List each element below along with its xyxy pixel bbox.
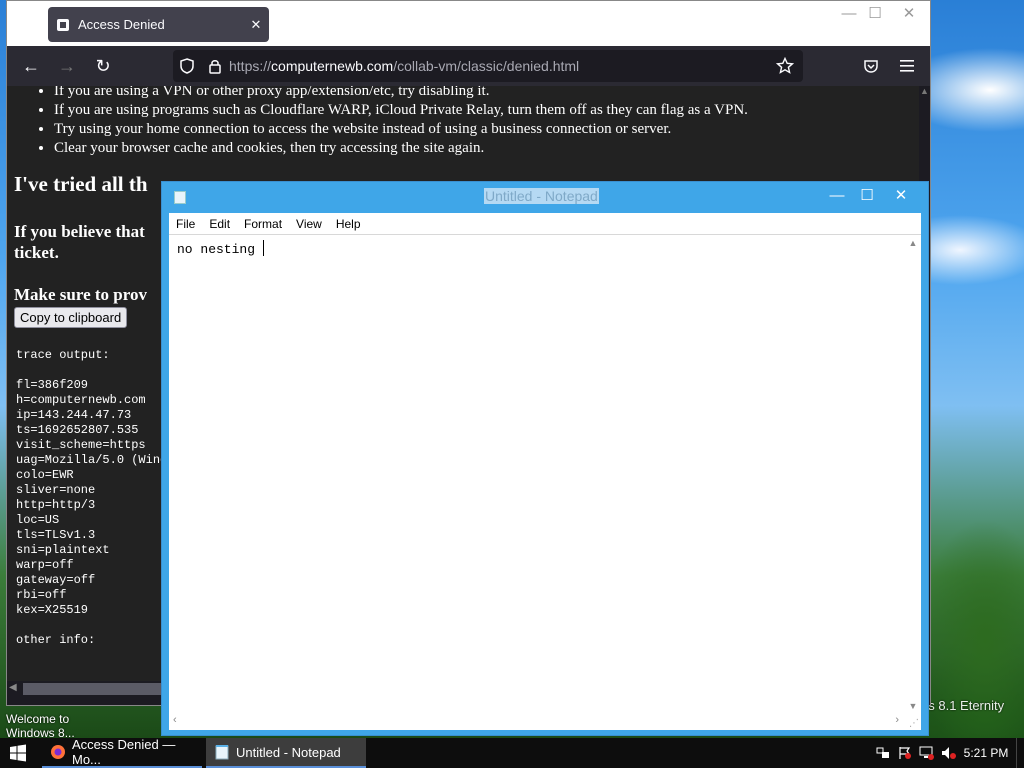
browser-tab-access-denied[interactable]: Access Denied ✕ xyxy=(48,7,269,42)
pocket-icon[interactable] xyxy=(853,50,889,82)
notepad-title: Untitled - Notepad xyxy=(484,188,599,204)
notepad-text-area[interactable]: no nesting ▲ ▼ ‹ › ⋰ xyxy=(169,234,921,730)
tab-strip: Access Denied ✕ — ☐ ✕ xyxy=(7,1,930,46)
hamburger-menu-icon[interactable] xyxy=(889,50,925,82)
notepad-window: Untitled - Notepad — ☐ ✕ File Edit Forma… xyxy=(161,181,929,736)
show-desktop-button[interactable] xyxy=(1016,738,1024,768)
menu-view[interactable]: View xyxy=(289,217,329,231)
page-favicon-icon xyxy=(56,18,70,32)
notepad-menu-bar: File Edit Format View Help xyxy=(169,213,921,234)
notepad-title-bar[interactable]: Untitled - Notepad — ☐ ✕ xyxy=(162,182,928,212)
tab-close-icon[interactable]: ✕ xyxy=(243,17,269,33)
scroll-up-icon[interactable]: ▲ xyxy=(905,238,921,248)
menu-help[interactable]: Help xyxy=(329,217,368,231)
menu-file[interactable]: File xyxy=(169,217,202,231)
notepad-minimize-button[interactable]: — xyxy=(820,184,854,208)
resize-grip-icon[interactable]: ⋰ xyxy=(909,718,919,729)
menu-format[interactable]: Format xyxy=(237,217,289,231)
notepad-app-icon[interactable] xyxy=(174,191,186,204)
window-maximize-button[interactable]: ☐ xyxy=(859,3,891,25)
list-item: If you are using programs such as Cloudf… xyxy=(54,101,919,120)
notepad-text[interactable]: no nesting xyxy=(177,240,264,257)
system-tray: 5:21 PM xyxy=(872,738,1024,768)
windows-logo-icon xyxy=(10,744,26,762)
address-bar[interactable]: https://computernewb.com/collab-vm/class… xyxy=(173,50,803,82)
taskbar-item-label: Untitled - Notepad xyxy=(236,744,341,760)
notepad-icon xyxy=(214,744,230,760)
copy-to-clipboard-button[interactable]: Copy to clipboard xyxy=(14,307,128,328)
network-icon[interactable] xyxy=(916,738,938,768)
taskbar-clock[interactable]: 5:21 PM xyxy=(960,746,1012,760)
notepad-maximize-button[interactable]: ☐ xyxy=(850,184,884,208)
notepad-close-button[interactable]: ✕ xyxy=(884,184,918,208)
scroll-left-icon[interactable]: ◀ xyxy=(9,682,17,693)
notepad-vertical-scrollbar[interactable]: ▲ ▼ xyxy=(905,235,921,713)
reload-button[interactable]: ↻ xyxy=(85,50,121,82)
taskbar-item-firefox[interactable]: Access Denied — Mo... xyxy=(42,737,202,768)
list-item: If you are using a VPN or other proxy ap… xyxy=(54,86,919,101)
notepad-horizontal-scrollbar[interactable]: ‹ › ⋰ xyxy=(169,712,921,730)
tracking-shield-icon[interactable] xyxy=(173,58,201,74)
taskbar: Access Denied — Mo... Untitled - Notepad… xyxy=(0,737,1024,768)
scroll-up-icon[interactable]: ▲ xyxy=(919,86,930,96)
start-button[interactable] xyxy=(0,738,36,768)
action-center-icon[interactable] xyxy=(872,738,894,768)
back-button[interactable]: ← xyxy=(13,50,49,82)
forward-button[interactable]: → xyxy=(49,50,85,82)
tips-list: If you are using a VPN or other proxy ap… xyxy=(7,86,919,158)
window-close-button[interactable]: ✕ xyxy=(893,3,925,25)
url-text[interactable]: https://computernewb.com/collab-vm/class… xyxy=(229,58,579,74)
bookmark-star-icon[interactable] xyxy=(771,57,799,75)
scroll-down-icon[interactable]: ▼ xyxy=(905,701,921,711)
taskbar-item-label: Access Denied — Mo... xyxy=(72,737,176,767)
scrollbar-thumb[interactable] xyxy=(23,683,173,695)
taskbar-item-notepad[interactable]: Untitled - Notepad xyxy=(206,738,366,768)
volume-muted-icon[interactable] xyxy=(938,738,960,768)
scroll-right-icon[interactable]: › xyxy=(895,714,899,726)
text-caret xyxy=(262,240,264,256)
navigation-toolbar: ← → ↻ https://computernewb.com/collab-vm… xyxy=(7,46,930,86)
desktop-icon-label[interactable]: Welcome to Windows 8... xyxy=(6,712,86,740)
firefox-icon xyxy=(50,744,66,760)
heading-believe: If you believe that ticket. xyxy=(14,222,145,262)
menu-edit[interactable]: Edit xyxy=(202,217,237,231)
tab-title: Access Denied xyxy=(78,17,165,32)
list-item: Clear your browser cache and cookies, th… xyxy=(54,139,919,158)
list-item: Try using your home connection to access… xyxy=(54,120,919,139)
flag-warning-icon[interactable] xyxy=(894,738,916,768)
scroll-left-icon[interactable]: ‹ xyxy=(173,714,177,726)
padlock-icon[interactable] xyxy=(201,58,229,74)
